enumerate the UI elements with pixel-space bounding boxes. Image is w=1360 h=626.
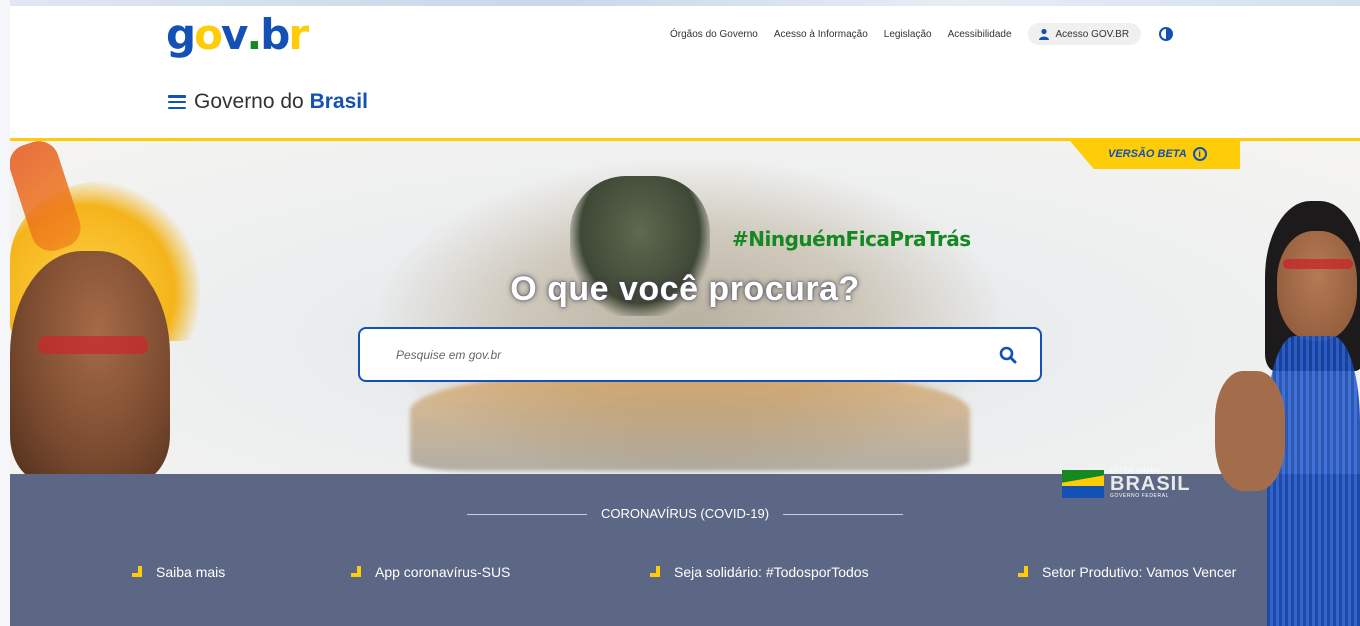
govbr-logo[interactable]: gov.br	[166, 10, 309, 64]
covid-bar: CORONAVÍRUS (COVID-19) PÁTRIA AMADA BRAS…	[10, 468, 1360, 626]
covid-link-setor-produtivo[interactable]: Setor Produtivo: Vamos Vencer	[1018, 564, 1236, 580]
arrow-icon	[650, 566, 662, 578]
arrow-icon	[132, 566, 144, 578]
login-label: Acesso GOV.BR	[1055, 28, 1130, 40]
covid-links: Saiba mais App coronavírus-SUS Seja soli…	[10, 564, 1360, 588]
search-box	[358, 327, 1042, 382]
beta-label[interactable]: VERSÃO BETA i	[1108, 147, 1207, 161]
header: gov.br Órgãos do Governo Acesso à Inform…	[10, 6, 1360, 138]
covid-link-saiba-mais[interactable]: Saiba mais	[132, 564, 225, 580]
search-input[interactable]	[396, 345, 956, 365]
site-title-text: Governo do Brasil	[194, 90, 368, 113]
arrow-icon	[1018, 566, 1030, 578]
indigenous-woman-image	[1205, 141, 1360, 626]
login-button[interactable]: Acesso GOV.BR	[1027, 23, 1142, 45]
user-icon	[1038, 28, 1049, 40]
hero-boat-image	[410, 371, 970, 471]
search-heading: O que você procura?	[510, 270, 860, 308]
top-links: Órgãos do Governo Acesso à Informação Le…	[670, 20, 1174, 48]
page: gov.br Órgãos do Governo Acesso à Inform…	[10, 0, 1360, 626]
hashtag: #NinguémFicaPraTrás	[732, 227, 971, 251]
link-acesso-informacao[interactable]: Acesso à Informação	[774, 29, 868, 40]
covid-title: CORONAVÍRUS (COVID-19)	[10, 506, 1360, 521]
covid-link-app-sus[interactable]: App coronavírus-SUS	[351, 564, 510, 580]
link-legislacao[interactable]: Legislação	[884, 29, 932, 40]
hero-banner: VERSÃO BETA i #NinguémFicaPraTrás O que …	[10, 141, 1360, 474]
covid-link-seja-solidario[interactable]: Seja solidário: #TodosporTodos	[650, 564, 869, 580]
link-acessibilidade[interactable]: Acessibilidade	[948, 29, 1012, 40]
brasil-flag-icon	[1062, 469, 1104, 498]
contrast-icon[interactable]	[1159, 27, 1174, 41]
search-icon[interactable]	[998, 345, 1018, 365]
site-title: Governo do Brasil	[168, 90, 368, 114]
patria-amada-brasil-logo: PÁTRIA AMADA BRASIL GOVERNO FEDERAL	[1062, 468, 1190, 499]
link-orgaos-do-governo[interactable]: Órgãos do Governo	[670, 29, 758, 40]
arrow-icon	[351, 566, 363, 578]
menu-icon[interactable]	[168, 95, 186, 109]
